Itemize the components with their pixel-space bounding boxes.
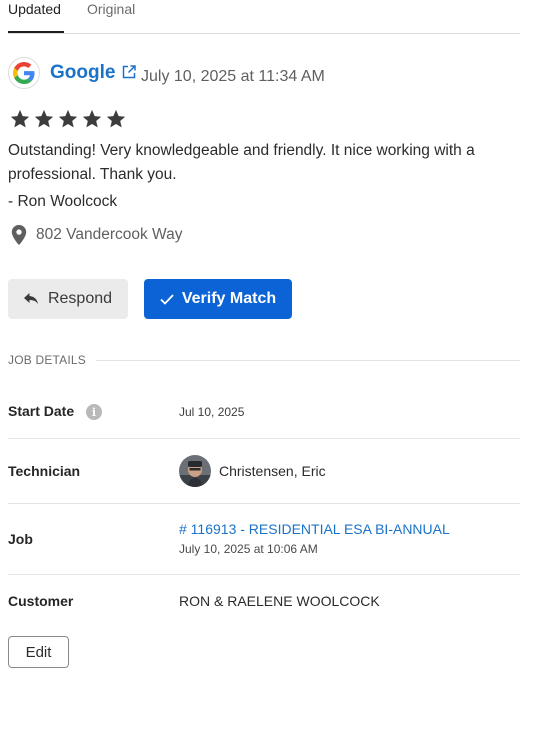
tab-updated[interactable]: Updated xyxy=(8,1,61,17)
version-tabs: Updated Original xyxy=(8,0,520,34)
review-date: July 10, 2025 at 11:34 AM xyxy=(141,68,325,85)
technician-avatar xyxy=(179,455,211,487)
row-divider xyxy=(8,574,520,575)
customer-name: RON & RAELENE WOOLCOCK xyxy=(179,593,380,609)
map-pin-icon xyxy=(11,225,27,245)
respond-button[interactable]: Respond xyxy=(8,279,128,319)
customer-label: Customer xyxy=(8,593,74,609)
reviewer-name: - Ron Woolcock xyxy=(8,193,118,210)
google-logo-icon xyxy=(8,57,40,89)
star-icon xyxy=(82,109,102,128)
star-icon xyxy=(10,109,30,128)
technician-name: Christensen, Eric xyxy=(219,463,326,479)
star-icon xyxy=(34,109,54,128)
active-tab-indicator xyxy=(8,31,64,33)
section-divider xyxy=(96,360,520,361)
job-date: July 10, 2025 at 10:06 AM xyxy=(179,542,318,556)
review-detail-panel: Updated Original Google July 10, 2025 at… xyxy=(0,0,537,736)
row-divider xyxy=(8,503,520,504)
review-address: 802 Vandercook Way xyxy=(36,226,183,243)
job-label: Job xyxy=(8,531,33,547)
start-date-label: Start Date xyxy=(8,403,75,419)
job-details-heading: JOB DETAILS xyxy=(8,353,86,367)
verify-match-label: Verify Match xyxy=(181,290,277,307)
star-rating xyxy=(8,108,128,130)
tab-original[interactable]: Original xyxy=(87,1,135,17)
edit-button[interactable]: Edit xyxy=(8,636,69,668)
checkmark-icon xyxy=(160,293,174,305)
external-link-icon[interactable] xyxy=(122,65,136,79)
star-icon xyxy=(106,109,126,128)
technician-label: Technician xyxy=(8,463,81,479)
row-divider xyxy=(8,438,520,439)
info-icon[interactable]: i xyxy=(86,404,102,420)
start-date-value: Jul 10, 2025 xyxy=(179,405,245,419)
review-text: Outstanding! Very knowledgeable and frie… xyxy=(8,142,475,183)
verify-match-button[interactable]: Verify Match xyxy=(144,279,292,319)
reply-icon xyxy=(23,293,38,304)
review-source-link[interactable]: Google xyxy=(50,62,115,84)
star-icon xyxy=(58,109,78,128)
respond-label: Respond xyxy=(47,290,113,307)
job-link[interactable]: # 116913 - RESIDENTIAL ESA BI-ANNUAL xyxy=(179,521,450,537)
